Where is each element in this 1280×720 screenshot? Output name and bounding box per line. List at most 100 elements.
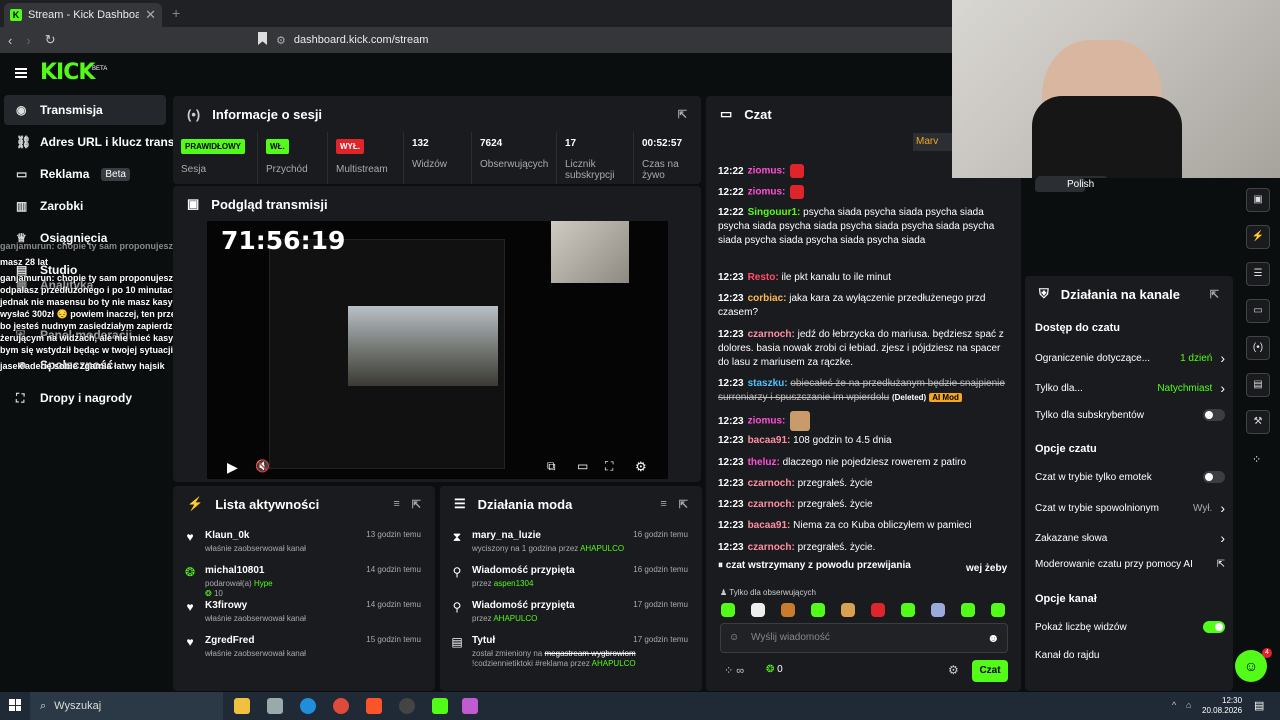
mod-row[interactable]: ▤ Tytuł został zmieniony na megastream wyg…	[440, 631, 702, 668]
browser-tab[interactable]: K Stream - Kick Dashboard ✕	[4, 3, 162, 27]
forward-icon[interactable]: ›	[26, 33, 30, 48]
pinned-bar[interactable]: Marv	[913, 133, 952, 151]
chat-username[interactable]: Resto:	[748, 272, 779, 283]
kick-logo[interactable]: KICK	[40, 60, 95, 85]
chat-username[interactable]: czarnoch:	[748, 542, 795, 553]
chat-message[interactable]: 12:22 Singouur1: psycha siada psycha siad…	[718, 206, 1008, 248]
mod-row[interactable]: ⚲ Wiadomość przypięta przez aspen1304 16 go…	[440, 561, 702, 597]
streaming-app-icon[interactable]	[462, 698, 478, 714]
quick-emote-icon[interactable]	[811, 603, 825, 617]
chrome-icon[interactable]	[333, 698, 349, 714]
channel-option[interactable]: Kanał do rajdu	[1035, 650, 1225, 661]
chat-message[interactable]: 12:23 czarnoch: przegrałeś. życie	[718, 498, 1008, 512]
chat-username[interactable]: ziomus:	[748, 187, 786, 198]
chat-username[interactable]: czarnoch:	[748, 478, 795, 489]
app-icon[interactable]	[267, 698, 283, 714]
filter-icon[interactable]: ≡	[660, 498, 666, 510]
chat-username[interactable]: ziomus:	[748, 416, 786, 427]
quick-emote-icon[interactable]	[901, 603, 915, 617]
chat-username[interactable]: corbiac:	[748, 293, 787, 304]
explorer-icon[interactable]	[234, 698, 250, 714]
chat-username[interactable]: ziomus:	[748, 166, 786, 177]
chat-message[interactable]: 12:23 czarnoch: przegrałeś. życie	[718, 477, 1008, 491]
mute-icon[interactable]: 🔇	[255, 459, 270, 473]
channel-option[interactable]: Pokaż liczbę widzów	[1035, 621, 1225, 633]
sidebar-item-3[interactable]: ▥ Zarobki	[4, 191, 166, 221]
reload-icon[interactable]: ↻	[45, 32, 56, 48]
toggle-switch[interactable]	[1203, 621, 1225, 633]
channel-option[interactable]: Tylko dla... Natychmiast ›	[1035, 380, 1225, 396]
emoji-icon[interactable]: ☻	[987, 631, 1000, 645]
mod-row[interactable]: ⧗ mary_na_luzie wyciszony na 1 godzina prz…	[440, 526, 702, 562]
link-icon[interactable]: ⁘ ∞	[724, 664, 744, 677]
play-icon[interactable]: ▶	[227, 459, 238, 476]
rail-wrench-icon[interactable]: ⚒	[1246, 410, 1270, 434]
tray-chevron-icon[interactable]: ^	[1172, 700, 1176, 710]
notification-icon[interactable]: ▤	[1254, 699, 1264, 712]
rail-save-icon[interactable]: ▤	[1246, 373, 1270, 397]
rail-link-icon[interactable]: ⁘	[1252, 453, 1261, 466]
quick-emote-icon[interactable]	[721, 603, 735, 617]
quick-emote-icon[interactable]	[751, 603, 765, 617]
rail-chat-icon[interactable]: ▣	[1246, 188, 1270, 212]
sidebar-item-2[interactable]: ▭ Reklama Beta	[4, 159, 166, 189]
moderator-name[interactable]: aspen1304	[494, 579, 534, 588]
obs-icon[interactable]	[399, 698, 415, 714]
activity-row[interactable]: ♥ Klaun_0k właśnie zaobserwował kanał 13 go…	[173, 526, 435, 562]
kick-app-icon[interactable]	[432, 698, 448, 714]
theatre-icon[interactable]: ▭	[577, 459, 588, 473]
activity-row[interactable]: ♥ K3firowy właśnie zaobserwował kanał 14 go…	[173, 596, 435, 632]
toggle-switch[interactable]	[1203, 409, 1225, 421]
clock[interactable]: 12:30 20.08.2026	[1202, 696, 1242, 716]
rail-radio-icon[interactable]: (•)	[1246, 336, 1270, 360]
channel-option[interactable]: Tylko dla subskrybentów	[1035, 409, 1225, 421]
brave-icon[interactable]	[366, 698, 382, 714]
popout-icon[interactable]: ⇱	[679, 498, 688, 511]
chat-username[interactable]: Singouur1:	[748, 207, 801, 218]
start-icon[interactable]	[9, 699, 21, 711]
quick-emote-icon[interactable]	[991, 603, 1005, 617]
chat-message[interactable]: 12:23 staszku: obiecałeś że na przedłużan…	[718, 377, 1008, 405]
sidebar-item-1[interactable]: ⛓ Adres URL i klucz transmisji	[4, 127, 202, 157]
settings-icon[interactable]: ⚙	[635, 459, 647, 475]
network-icon[interactable]: ⌂	[1186, 700, 1191, 710]
mod-row[interactable]: ⚲ Wiadomość przypięta przez AHAPULCO 17 god…	[440, 596, 702, 632]
chat-message[interactable]: 12:23 corbiac: jaka kara za wyłączenie pr…	[718, 292, 1008, 320]
chat-input[interactable]: Wyślij wiadomość	[720, 623, 1008, 653]
chat-username[interactable]: bacaa91:	[748, 435, 791, 446]
popout-icon[interactable]: ⇱	[412, 498, 421, 511]
sidebar-item-9[interactable]: ⛶ Dropy i nagrody	[4, 383, 166, 413]
chat-message[interactable]: 12:22 ziomus:	[718, 185, 1008, 200]
activity-row[interactable]: ♥ ZgredFred właśnie zaobserwował kanał 15 g…	[173, 631, 435, 667]
quick-emote-icon[interactable]	[841, 603, 855, 617]
site-info-icon[interactable]: ⚙	[276, 34, 286, 47]
chat-username[interactable]: czarnoch:	[748, 329, 795, 340]
chat-paused-notice[interactable]: ⏸ czat wstrzymany z powodu przewijania	[718, 557, 952, 579]
chat-message[interactable]: 12:23 ziomus:	[718, 411, 1008, 431]
menu-icon[interactable]	[15, 68, 27, 78]
chat-username[interactable]: czarnoch:	[748, 499, 795, 510]
moderator-name[interactable]: AHAPULCO	[580, 544, 624, 553]
chat-username[interactable]: bacaa91:	[748, 520, 791, 531]
quick-emote-icon[interactable]	[871, 603, 885, 617]
channel-option[interactable]: Czat w trybie tylko emotek	[1035, 471, 1225, 483]
moderator-name[interactable]: AHAPULCO	[592, 659, 636, 668]
close-tab-icon[interactable]: ✕	[145, 7, 156, 23]
fullscreen-icon[interactable]: ⛶	[605, 459, 613, 474]
new-tab-icon[interactable]: +	[172, 5, 180, 21]
chat-message[interactable]: 12:23 bacaa91: Niema za co Kuba obliczyłe…	[718, 519, 1008, 533]
quick-emote-icon[interactable]	[931, 603, 945, 617]
quick-emote-icon[interactable]	[781, 603, 795, 617]
chat-message[interactable]: 12:23 czarnoch: przegrałeś. życie.	[718, 541, 1008, 555]
edge-icon[interactable]	[300, 698, 316, 714]
moderator-name[interactable]: AHAPULCO	[493, 614, 537, 623]
stream-video[interactable]: ▶ 🔇 ⧉ ▭ ⛶ ⚙	[207, 221, 668, 479]
address-bar[interactable]: ⚙ dashboard.kick.com/stream	[276, 30, 952, 50]
rail-list-icon[interactable]: ☰	[1246, 262, 1270, 286]
emote-picker-icon[interactable]: ☺	[729, 632, 739, 643]
chat-message[interactable]: 12:23 czarnoch: jedź do łebrzycka do mari…	[718, 328, 1008, 370]
taskbar-search[interactable]: ⌕ Wyszukaj	[30, 692, 223, 720]
chat-message[interactable]: 12:23 theluz: dlaczego nie pojedziesz row…	[718, 456, 1008, 470]
chat-username[interactable]: staszku:	[748, 378, 788, 389]
chat-username[interactable]: theluz:	[748, 457, 780, 468]
